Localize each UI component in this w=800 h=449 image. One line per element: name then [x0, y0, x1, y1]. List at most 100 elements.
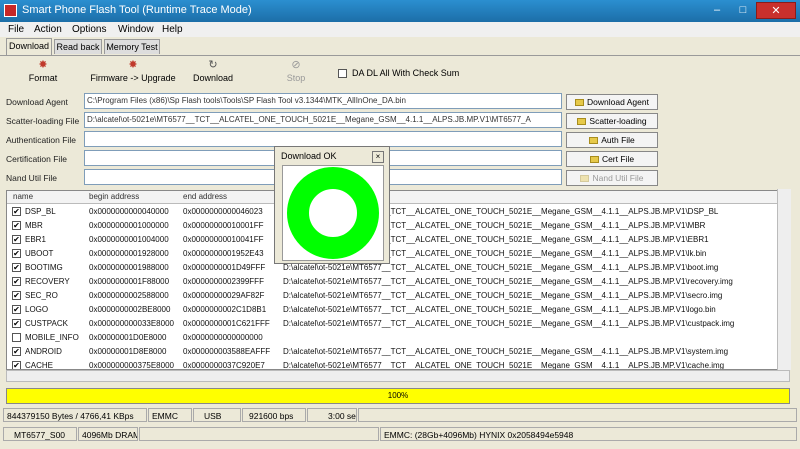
close-button[interactable]: ✕	[756, 2, 796, 19]
row-begin-address: 0x0000000002588000	[89, 291, 169, 300]
window-title: Smart Phone Flash Tool (Runtime Trace Mo…	[22, 4, 252, 16]
table-row[interactable]: ✔ RECOVERY 0x0000000001F88000 0x00000000023…	[7, 275, 789, 289]
status-emmc-info: EMMC: (28Gb+4096Mb) HYNIX 0x2058494e5948	[380, 427, 797, 441]
auth-file-button-label: Auth File	[601, 135, 635, 145]
column-begin-address[interactable]: begin address	[89, 192, 139, 201]
menu-window[interactable]: Window	[118, 24, 154, 35]
format-label: Format	[28, 73, 58, 83]
nand-util-button-label: Nand Util File	[592, 173, 644, 183]
table-row[interactable]: ✔ CACHE 0x000000000375E8000 0x0000000037C92…	[7, 359, 789, 370]
da-dl-checksum-label: DA DL All With Check Sum	[352, 68, 460, 78]
table-header: name begin address end address	[7, 191, 789, 204]
table-row[interactable]: ✔ LOGO 0x0000000002BE8000 0x0000000002C1D8B…	[7, 303, 789, 317]
row-name: MBR	[25, 221, 43, 230]
menu-action[interactable]: Action	[34, 24, 62, 35]
toolbar: ✸ Format ✸ Firmware -> Upgrade ↻ Downloa…	[0, 57, 800, 91]
menu-help[interactable]: Help	[162, 24, 183, 35]
row-checkbox[interactable]: ✔	[12, 249, 21, 258]
cert-file-button[interactable]: Cert File	[566, 151, 658, 167]
row-location: D:\alcatel\ot-5021e\MT6577__TCT__ALCATEL…	[283, 361, 725, 370]
scatter-loading-field[interactable]: D:\alcatel\ot-5021e\MT6577__TCT__ALCATEL…	[84, 112, 562, 128]
da-dl-checksum-checkbox[interactable]	[338, 69, 347, 78]
stop-button[interactable]: ⊘ Stop	[276, 59, 316, 89]
row-checkbox[interactable]: ✔	[12, 235, 21, 244]
auth-file-field[interactable]	[84, 131, 562, 147]
scatter-loading-button[interactable]: Scatter-loading	[566, 113, 658, 129]
row-end-address: 0x0000000001D49FFF	[183, 263, 266, 272]
table-row[interactable]: ✔ UBOOT 0x0000000001928000 0x0000000001952E…	[7, 247, 789, 261]
maximize-button[interactable]: □	[730, 2, 756, 19]
column-name[interactable]: name	[13, 192, 33, 201]
menu-file[interactable]: File	[8, 24, 24, 35]
download-icon: ↻	[208, 59, 218, 71]
auth-file-label: Authentication File	[6, 135, 76, 145]
status-bytes: 844379150 Bytes / 4766,41 KBps	[3, 408, 147, 422]
format-button[interactable]: ✸ Format	[18, 59, 68, 89]
table-row[interactable]: ✔ DSP_BL 0x0000000000040000 0x0000000000046…	[7, 205, 789, 219]
row-name: BOOTIMG	[25, 263, 63, 272]
table-row[interactable]: ✔ MBR 0x0000000001000000 0x00000000010001FF…	[7, 219, 789, 233]
download-button[interactable]: ↻ Download	[188, 59, 238, 89]
table-row[interactable]: ✔ EBR1 0x0000000001004000 0x00000000010041F…	[7, 233, 789, 247]
table-row[interactable]: ✔ ANDROID 0x00000001D8E8000 0x000000003588E…	[7, 345, 789, 359]
row-location: D:\alcatel\ot-5021e\MT6577__TCT__ALCATEL…	[283, 305, 716, 314]
folder-icon	[589, 156, 599, 164]
row-name: CACHE	[25, 361, 54, 370]
row-end-address: 0x00000000029AF82F	[183, 291, 265, 300]
progress-text: 100%	[387, 391, 409, 400]
tab-download[interactable]: Download	[6, 38, 52, 55]
status-chip: MT6577_S00	[3, 427, 77, 441]
row-checkbox[interactable]: ✔	[12, 277, 21, 286]
row-checkbox[interactable]: ✔	[12, 319, 21, 328]
folder-icon	[589, 137, 599, 145]
table-row[interactable]: MOBILE_INFO 0x00000001D0E8000 0x0000000000…	[7, 331, 789, 345]
download-agent-button-label: Download Agent	[587, 97, 649, 107]
row-name: EBR1	[25, 235, 46, 244]
nand-util-label: Nand Util File	[6, 173, 58, 183]
table-row[interactable]: ✔ BOOTIMG 0x0000000001988000 0x0000000001D4…	[7, 261, 789, 275]
dialog-title: Download OK	[281, 151, 337, 161]
stop-icon: ⊘	[291, 59, 301, 71]
row-checkbox[interactable]: ✔	[12, 291, 21, 300]
table-row[interactable]: ✔ SEC_RO 0x0000000002588000 0x00000000029AF…	[7, 289, 789, 303]
row-checkbox[interactable]: ✔	[12, 347, 21, 356]
download-agent-button[interactable]: Download Agent	[566, 94, 658, 110]
row-name: LOGO	[25, 305, 49, 314]
row-end-address: 0x0000000002C1D8B1	[183, 305, 267, 314]
success-ring-icon	[287, 167, 379, 259]
row-checkbox[interactable]	[12, 333, 21, 342]
auth-file-button[interactable]: Auth File	[566, 132, 658, 148]
row-begin-address: 0x0000000001988000	[89, 263, 169, 272]
stop-label: Stop	[286, 73, 306, 83]
row-checkbox[interactable]: ✔	[12, 361, 21, 369]
row-checkbox[interactable]: ✔	[12, 207, 21, 216]
row-location: D:\alcatel\ot-5021e\MT6577__TCT__ALCATEL…	[283, 347, 729, 356]
menu-options[interactable]: Options	[72, 24, 106, 35]
row-checkbox[interactable]: ✔	[12, 305, 21, 314]
download-agent-field[interactable]: C:\Program Files (x86)\Sp Flash tools\To…	[84, 93, 562, 109]
row-checkbox[interactable]: ✔	[12, 263, 21, 272]
row-begin-address: 0x000000000033E8000	[89, 319, 174, 328]
row-begin-address: 0x000000000375E8000	[89, 361, 174, 370]
row-begin-address: 0x0000000002BE8000	[89, 305, 171, 314]
firmware-upgrade-button[interactable]: ✸ Firmware -> Upgrade	[88, 59, 178, 89]
scatter-loading-label: Scatter-loading File	[6, 116, 80, 126]
nand-util-button[interactable]: Nand Util File	[566, 170, 658, 186]
status-time: 3:00 sec	[307, 408, 357, 422]
row-checkbox[interactable]: ✔	[12, 221, 21, 230]
cert-file-button-label: Cert File	[601, 154, 635, 164]
table-row[interactable]: ✔ CUSTPACK 0x000000000033E8000 0x0000000001…	[7, 317, 789, 331]
row-begin-address: 0x0000000001F88000	[89, 277, 170, 286]
row-end-address: 0x0000000001952E43	[183, 249, 264, 258]
minimize-button[interactable]: –	[704, 2, 730, 19]
horizontal-scrollbar[interactable]	[6, 370, 790, 382]
row-begin-address: 0x0000000001004000	[89, 235, 169, 244]
row-name: CUSTPACK	[25, 319, 68, 328]
column-end-address[interactable]: end address	[183, 192, 227, 201]
dialog-close-icon[interactable]: ×	[372, 151, 384, 163]
status-gap	[139, 427, 379, 441]
row-end-address: 0x000000003588EAFFF	[183, 347, 271, 356]
vertical-scrollbar[interactable]	[777, 189, 791, 370]
tab-read-back[interactable]: Read back	[54, 39, 102, 54]
tab-memory-test[interactable]: Memory Test	[104, 39, 160, 54]
